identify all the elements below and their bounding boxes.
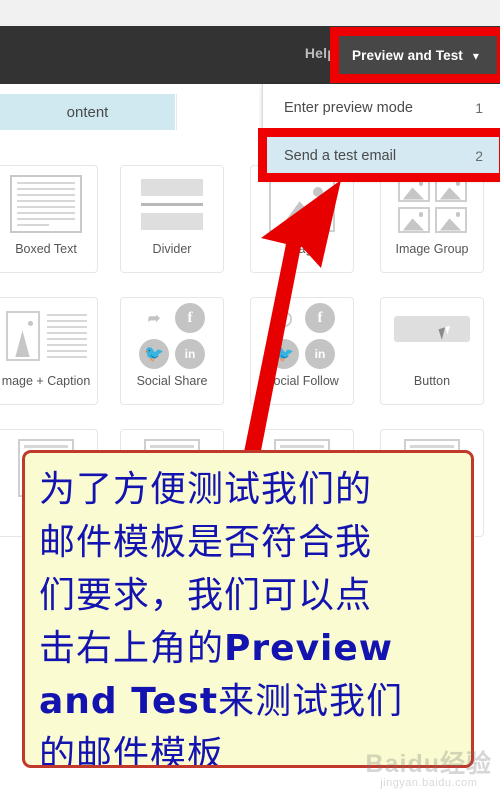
screenshot-stage: Help Preview and Test ▾ ontent Boxed Tex… — [0, 0, 500, 799]
note-line-1: 为了方便测试我们的 — [39, 469, 373, 510]
block-tile-image-caption[interactable]: mage + Caption — [0, 297, 98, 405]
linkedin-icon: in — [175, 339, 205, 369]
block-tile-label: Button — [413, 374, 451, 388]
social-share-icon: ➦ f 🐦 in — [120, 298, 224, 374]
block-tile-divider[interactable]: Divider — [120, 165, 224, 273]
chevron-down-icon: ▾ — [472, 49, 480, 63]
block-tile-social-share[interactable]: ➦ f 🐦 in Social Share — [120, 297, 224, 405]
tab-content-label: ontent — [66, 103, 109, 121]
preview-and-test-dropdown: Enter preview mode 1 Send a test email 2 — [262, 84, 500, 180]
block-tile-image-group[interactable]: Image Group — [380, 165, 484, 273]
block-tile-label: Boxed Text — [15, 242, 77, 256]
linkedin-icon: in — [305, 339, 335, 369]
block-tile-label: Social Follow — [265, 374, 339, 388]
boxed-text-icon — [0, 166, 98, 242]
tab-content[interactable]: ontent — [0, 94, 175, 130]
note-line-6: 的邮件模板 — [39, 734, 225, 768]
block-tile-label: Divider — [152, 242, 192, 256]
block-tile-label: Image — [284, 242, 320, 256]
menu-item-label: Send a test email — [284, 147, 397, 164]
note-line-4-bold: Preview — [224, 628, 394, 669]
help-link[interactable]: Help — [305, 45, 336, 61]
note-line-4: 击右上角的Preview — [39, 622, 457, 675]
block-tile-label: Social Share — [136, 374, 208, 388]
block-tile-button[interactable]: Button — [380, 297, 484, 405]
menu-item-label: Enter preview mode — [284, 99, 413, 116]
preview-and-test-button[interactable]: Preview and Test ▾ — [336, 33, 500, 77]
browser-top-strip — [0, 0, 500, 26]
social-follow-icon: ◯ f 🐦 in — [250, 298, 354, 374]
block-tile-label: Image Group — [395, 242, 469, 256]
preview-and-test-label: Preview and Test — [352, 47, 463, 63]
note-line-5-bold: and Test — [39, 681, 219, 722]
annotation-note: 为了方便测试我们的 邮件模板是否符合我 们要求，我们可以点 击右上角的Previ… — [22, 450, 474, 768]
block-tile-label: mage + Caption — [1, 374, 91, 388]
circle-icon: ◯ — [275, 310, 293, 327]
note-line-5-suffix: 来测试我们 — [218, 681, 404, 722]
twitter-icon: 🐦 — [269, 339, 299, 369]
note-line-5: and Test来测试我们 — [39, 675, 457, 728]
block-tile-social-follow[interactable]: ◯ f 🐦 in Social Follow — [250, 297, 354, 405]
facebook-icon: f — [175, 303, 205, 333]
block-tile-image[interactable]: Image — [250, 165, 354, 273]
facebook-icon: f — [305, 303, 335, 333]
menu-item-send-a-test-email[interactable]: Send a test email 2 — [263, 132, 500, 180]
note-line-2: 邮件模板是否符合我 — [39, 522, 373, 563]
block-tile-boxed-text[interactable]: Boxed Text — [0, 165, 98, 273]
menu-item-enter-preview-mode[interactable]: Enter preview mode 1 — [263, 84, 500, 132]
button-icon — [380, 298, 484, 374]
note-line-4-prefix: 击右上角的 — [39, 628, 225, 669]
note-line-3: 们要求，我们可以点 — [39, 575, 373, 616]
menu-item-shortcut: 2 — [475, 147, 483, 164]
image-caption-icon — [0, 298, 98, 374]
twitter-icon: 🐦 — [139, 339, 169, 369]
share-icon: ➦ — [147, 310, 161, 327]
editor-tabbar: ontent — [0, 84, 277, 131]
divider-icon — [120, 166, 224, 242]
menu-item-shortcut: 1 — [475, 99, 483, 116]
